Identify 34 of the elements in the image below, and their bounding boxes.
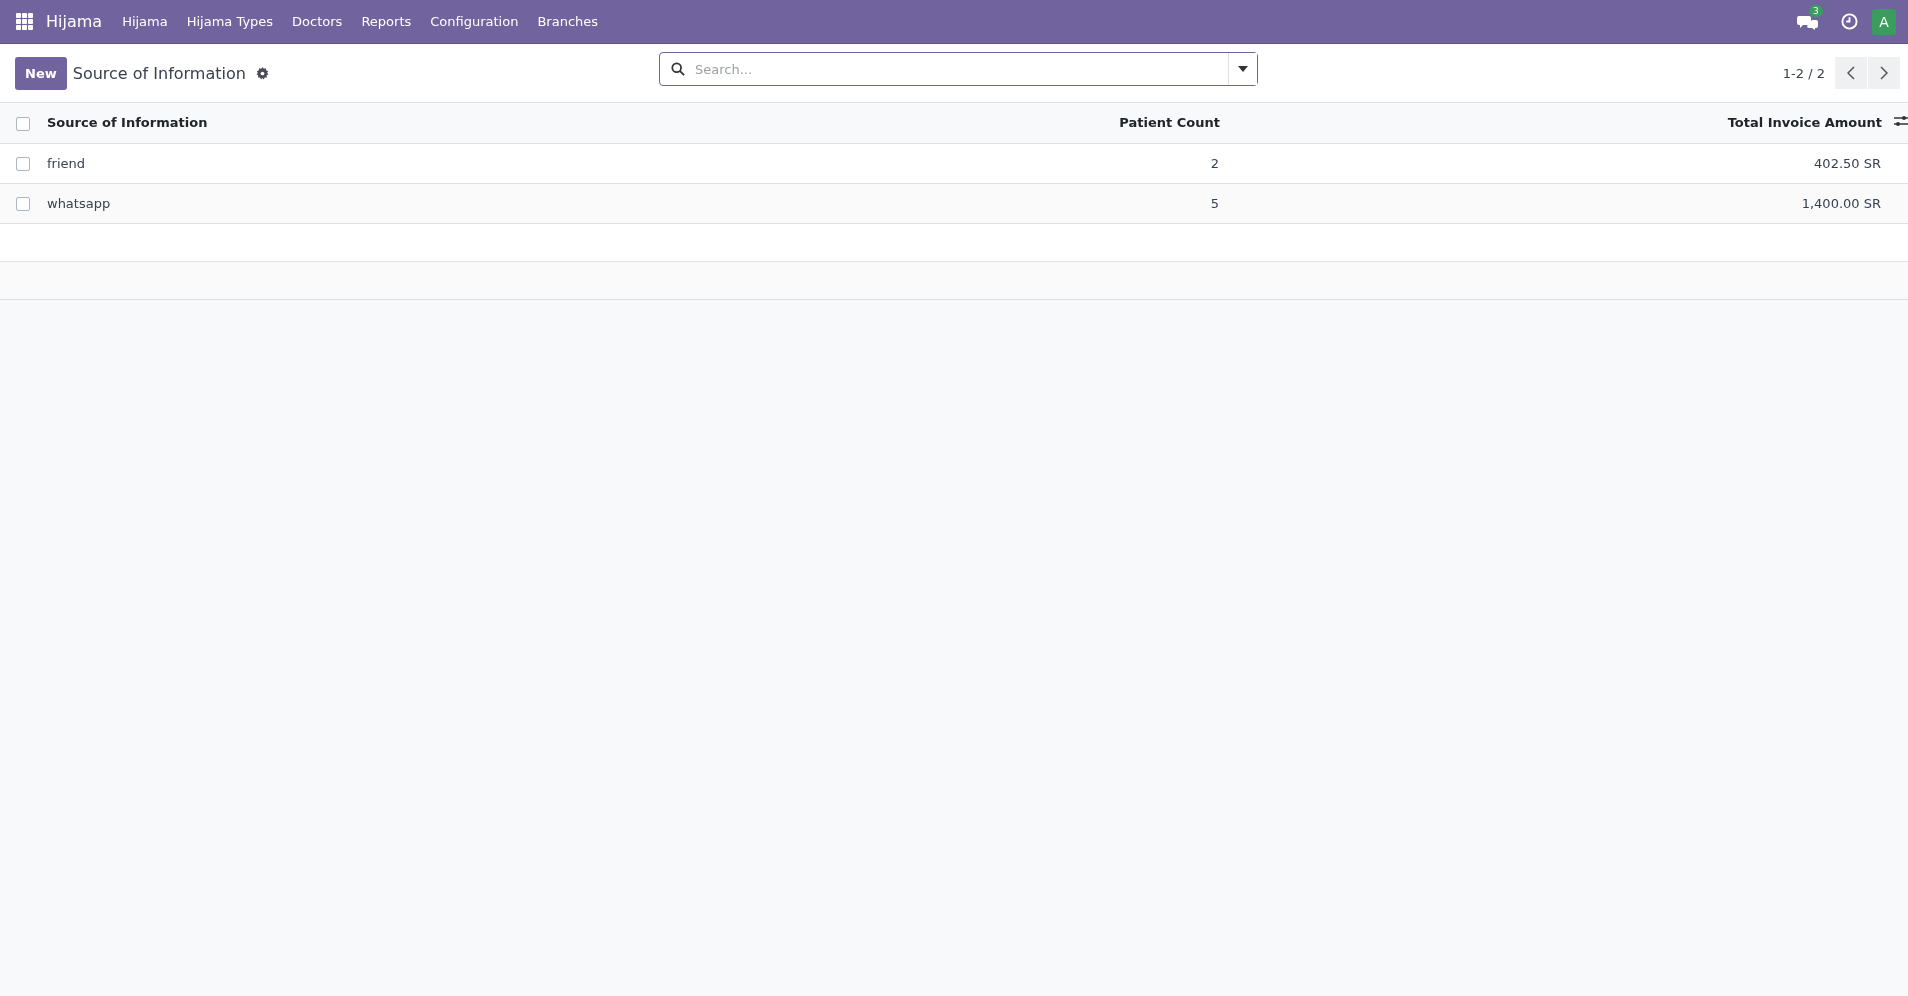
clock-icon[interactable] <box>1841 13 1858 30</box>
app-name[interactable]: Hijama <box>46 12 103 31</box>
row-checkbox[interactable] <box>15 156 30 171</box>
chevron-right-icon <box>1880 66 1888 80</box>
table-cell: friend <box>45 143 778 183</box>
row-checkbox[interactable] <box>15 196 30 211</box>
gear-icon[interactable] <box>255 66 269 80</box>
table-cell: whatsapp <box>45 183 778 223</box>
menu-item[interactable]: Hijama <box>122 14 168 29</box>
column-header[interactable]: Source of Information <box>45 103 778 143</box>
menu-item[interactable]: Configuration <box>430 14 519 29</box>
caret-icon <box>1238 66 1248 72</box>
table-cell: 402.50 SR <box>1220 143 1882 183</box>
app-grid-icon[interactable] <box>16 12 34 31</box>
menu-item[interactable]: Doctors <box>292 14 343 29</box>
new-button[interactable]: New <box>15 56 67 90</box>
select-all-checkbox[interactable] <box>15 116 30 131</box>
pager-value: 1-2 / 2 <box>1782 65 1825 81</box>
user-avatar[interactable]: A <box>1872 8 1896 35</box>
sliders-icon[interactable] <box>1894 115 1908 128</box>
menu-item[interactable]: Hijama Types <box>186 14 274 29</box>
table-cell: 5 <box>778 183 1220 223</box>
search-field[interactable]: Search... <box>659 52 1258 86</box>
column-header[interactable]: Total Invoice Amount <box>1220 103 1882 143</box>
column-header[interactable]: Patient Count <box>778 103 1220 143</box>
message-count-badge: 3 <box>1809 4 1823 17</box>
search-options-toggle[interactable] <box>1228 53 1257 85</box>
search-icon <box>671 62 685 76</box>
menu-item[interactable]: Reports <box>361 14 412 29</box>
page-title: Source of Information <box>72 63 246 83</box>
table-cell: 1,400.00 SR <box>1220 183 1882 223</box>
chevron-left-icon <box>1847 66 1855 80</box>
menu-item[interactable]: Branches <box>537 14 599 29</box>
table-cell: 2 <box>778 143 1220 183</box>
